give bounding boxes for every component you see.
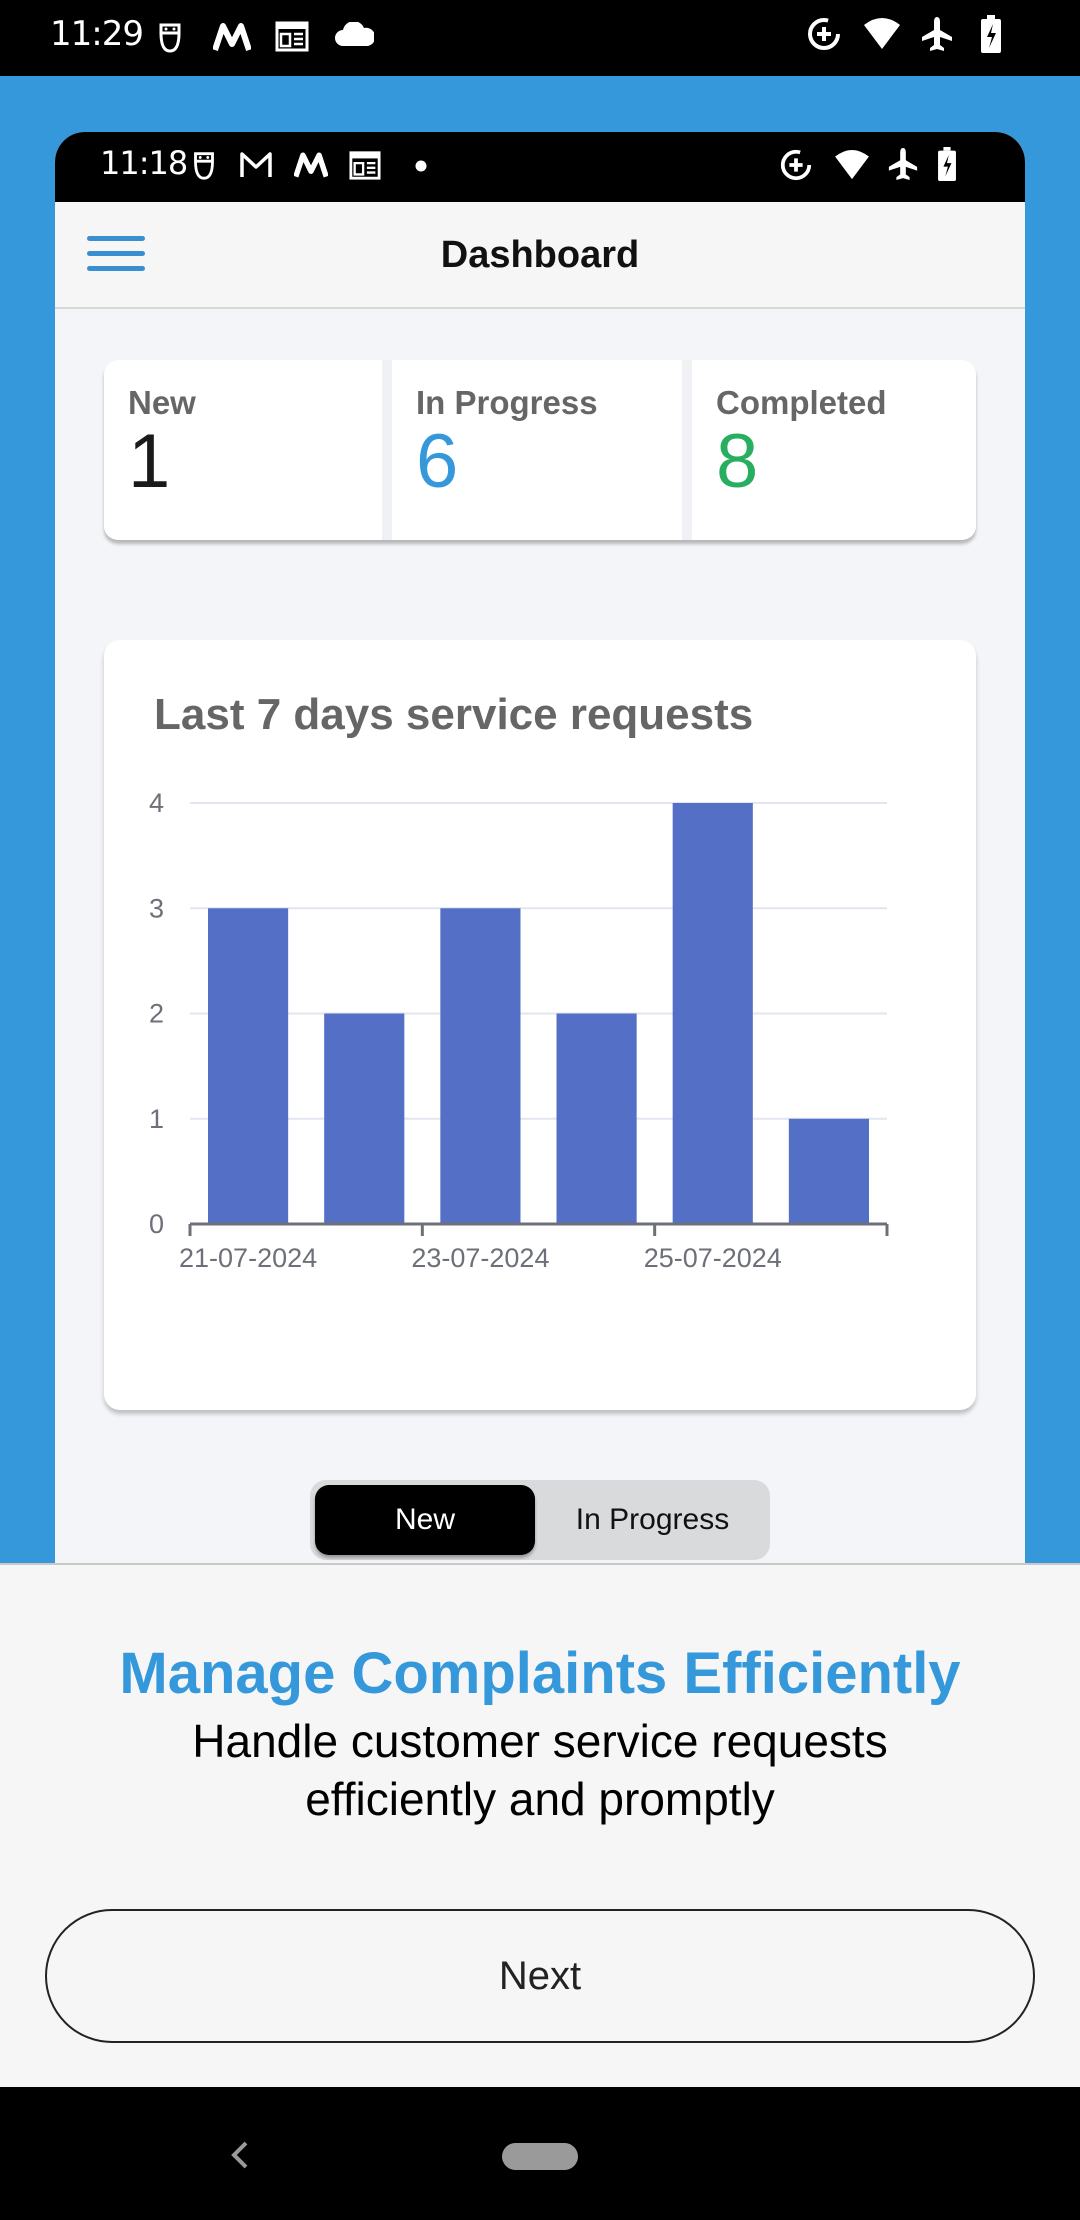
news-icon (274, 18, 310, 54)
system-nav-bar (0, 2087, 1080, 2220)
next-button[interactable]: Next (45, 1909, 1035, 2043)
stat-value: 8 (716, 419, 759, 504)
bar (324, 1013, 405, 1224)
chart-card: Last 7 days service requests 0 1 2 3 4 21-07-… (104, 640, 976, 1410)
battery-charging-icon (937, 146, 957, 182)
device-status-bar: 11:18 (55, 132, 1025, 202)
os-status-bar: 11:29 (0, 0, 1080, 76)
toggle-option-in-progress[interactable]: In Progress (540, 1485, 765, 1555)
x-tick-label: 21-07-2024 (179, 1243, 317, 1273)
page-title: Dashboard (440, 234, 640, 276)
bar (556, 1013, 637, 1224)
bar (440, 908, 521, 1224)
maps-m-icon (293, 149, 329, 181)
stat-label: In Progress (416, 384, 598, 421)
x-tick-label: 23-07-2024 (411, 1243, 549, 1273)
news-icon (348, 148, 382, 182)
bar (788, 1118, 869, 1224)
wifi-icon (833, 148, 871, 182)
sim-toolkit-icon (155, 18, 185, 56)
stat-value: 1 (128, 419, 171, 504)
y-tick-label: 1 (149, 1104, 164, 1134)
airplane-icon (920, 15, 954, 53)
maps-m-icon (212, 20, 252, 54)
stat-value: 6 (416, 419, 459, 504)
battery-charging-icon (980, 14, 1002, 54)
stat-label: Completed (716, 384, 887, 421)
onboarding-subtitle: Handle customer service requests efficie… (192, 1715, 888, 1825)
sim-toolkit-icon (190, 147, 218, 183)
data-saver-icon (805, 15, 843, 53)
toggle-option-new[interactable]: New (315, 1485, 535, 1555)
device-frame: 11:18 Dashboard New 1 In Progress 6 Comp… (55, 132, 1025, 1563)
cloud-icon (333, 20, 375, 50)
y-tick-label: 4 (149, 788, 164, 818)
device-clock: 11:18 (100, 144, 188, 182)
back-icon[interactable] (222, 2137, 258, 2173)
status-summary-card: New 1 In Progress 6 Completed 8 (104, 360, 976, 540)
notification-dot-icon (415, 160, 427, 172)
os-clock: 11:29 (50, 14, 144, 54)
stat-label: New (128, 384, 196, 421)
data-saver-icon (778, 147, 814, 183)
x-tick-label: 25-07-2024 (644, 1243, 782, 1273)
status-toggle: New In Progress (310, 1480, 770, 1560)
bar (672, 803, 753, 1224)
y-tick-label: 3 (149, 893, 164, 923)
bar-chart: 0 1 2 3 4 21-07-2024 23-07-2024 25-07-2024 (149, 788, 889, 1273)
stat-in-progress[interactable]: In Progress 6 (392, 360, 682, 540)
gmail-icon (238, 149, 274, 181)
airplane-icon (887, 146, 919, 182)
y-tick-label: 2 (149, 999, 164, 1029)
wifi-icon (862, 16, 902, 52)
onboarding-headline: Manage Complaints Efficiently (119, 1641, 961, 1706)
bar (208, 908, 289, 1224)
stat-new[interactable]: New 1 (104, 360, 382, 540)
y-tick-label: 0 (149, 1209, 164, 1239)
home-pill-icon[interactable] (502, 2143, 578, 2170)
app-bar: Dashboard (55, 202, 1025, 309)
onboarding-sheet: Manage Complaints Efficiently Handle cus… (0, 1563, 1080, 2087)
stat-completed[interactable]: Completed 8 (692, 360, 976, 540)
